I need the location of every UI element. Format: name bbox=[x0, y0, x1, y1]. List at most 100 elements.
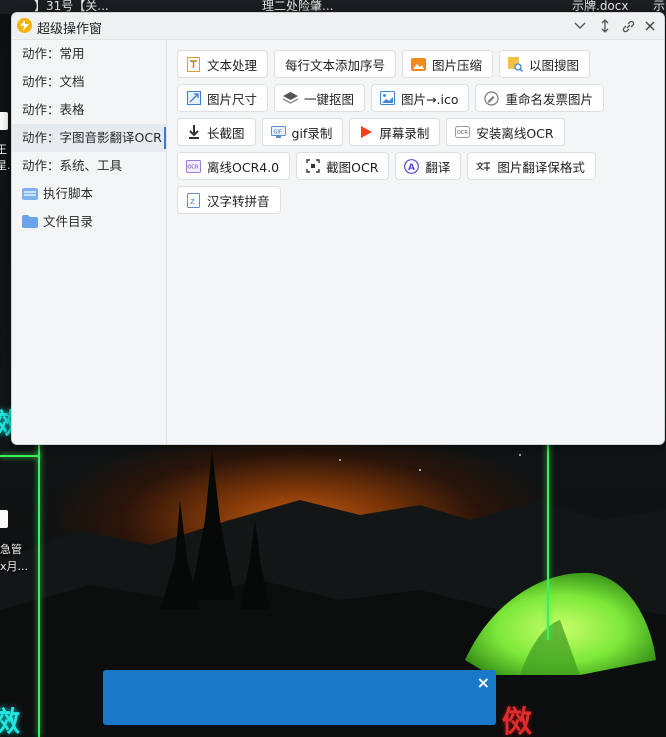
glowing-tent bbox=[465, 572, 656, 675]
rename-invoice-image-button[interactable]: 重命名发票图片 bbox=[475, 84, 604, 112]
tool-label: 汉字转拼音 bbox=[207, 193, 270, 209]
sidebar-item-system-tools[interactable]: 动作：系统、工具 bbox=[12, 152, 166, 180]
sidebar-item-document[interactable]: 动作：文档 bbox=[12, 68, 166, 96]
tool-row: 长截图 GIF gif录制 屏幕录制 OCR 安装离线OCR bbox=[177, 118, 657, 146]
tool-row: OCR 离线OCR4.0 截图OCR A 翻译 文 图片翻译保格式 bbox=[177, 152, 657, 180]
window-title: 超级操作窗 bbox=[37, 22, 103, 37]
tool-label: 图片压缩 bbox=[432, 57, 483, 73]
desktop-doc-icon[interactable] bbox=[0, 112, 8, 130]
image-compress-icon bbox=[411, 57, 427, 72]
tool-grid: 文本处理 每行文本添加序号 图片压缩 以图搜图 图片尺寸 一键抠图 图片→.ic… bbox=[177, 50, 657, 220]
sidebar-item-media-ocr[interactable]: 动作：字图音影翻译OCR bbox=[12, 124, 166, 152]
lightning-icon bbox=[17, 18, 32, 33]
image-search-button[interactable]: 以图搜图 bbox=[499, 50, 591, 78]
close-icon[interactable]: × bbox=[477, 673, 490, 692]
image-to-ico-button[interactable]: 图片→.ico bbox=[371, 84, 470, 112]
desktop-icon-label: 星. bbox=[0, 159, 11, 172]
title-bar[interactable]: 超级操作窗 bbox=[12, 13, 664, 40]
image-translate-icon: 文 bbox=[476, 159, 491, 174]
image-size-button[interactable]: 图片尺寸 bbox=[177, 84, 269, 112]
image-ico-icon bbox=[380, 91, 396, 106]
sidebar-item-label: 动作：字图音影翻译OCR bbox=[22, 130, 162, 145]
tool-label: gif录制 bbox=[291, 125, 333, 141]
gif-record-button[interactable]: GIF gif录制 bbox=[261, 118, 344, 146]
script-folder-icon bbox=[22, 188, 38, 200]
tool-label: 屏幕录制 bbox=[379, 125, 430, 141]
tool-label: 一键抠图 bbox=[304, 91, 355, 107]
translate-icon: A bbox=[404, 158, 420, 174]
tool-label: 图片尺寸 bbox=[207, 91, 258, 107]
text-processing-button[interactable]: 文本处理 bbox=[177, 50, 269, 78]
tool-label: 翻译 bbox=[425, 159, 451, 175]
svg-text:OCR: OCR bbox=[457, 130, 468, 136]
long-screenshot-button[interactable]: 长截图 bbox=[177, 118, 256, 146]
svg-text:OCR: OCR bbox=[188, 164, 199, 170]
svg-text:GIF: GIF bbox=[273, 130, 281, 136]
pin-top-icon[interactable] bbox=[596, 17, 614, 35]
text-doc-icon bbox=[186, 56, 201, 72]
tool-label: 每行文本添加序号 bbox=[285, 57, 386, 73]
sidebar-item-label: 动作：系统、工具 bbox=[22, 158, 123, 173]
close-icon[interactable] bbox=[641, 17, 659, 35]
desktop-doc-icon[interactable] bbox=[0, 510, 8, 528]
desktop-icon-label: 急管 bbox=[0, 543, 22, 556]
tool-label: 截图OCR bbox=[326, 159, 379, 175]
sidebar-item-run-script[interactable]: 执行脚本 bbox=[12, 180, 166, 208]
sidebar-item-label: 动作：文档 bbox=[22, 74, 85, 89]
svg-text:文: 文 bbox=[476, 161, 485, 171]
svg-text:A: A bbox=[408, 163, 415, 173]
gif-record-icon: GIF bbox=[270, 125, 286, 140]
image-resize-icon bbox=[186, 91, 201, 106]
desktop-icon-label: x月... bbox=[0, 560, 28, 573]
screenshot-ocr-button[interactable]: 截图OCR bbox=[296, 152, 390, 180]
tool-row: 图片尺寸 一键抠图 图片→.ico 重命名发票图片 bbox=[177, 84, 657, 112]
ocr-install-icon: OCR bbox=[455, 125, 471, 140]
notification-banner[interactable]: × bbox=[103, 670, 496, 725]
image-translate-keep-format-button[interactable]: 文 图片翻译保格式 bbox=[467, 152, 596, 180]
tool-label: 安装离线OCR bbox=[476, 125, 554, 141]
link-icon[interactable] bbox=[619, 17, 637, 35]
tool-label: 以图搜图 bbox=[529, 57, 580, 73]
rename-icon bbox=[484, 90, 500, 106]
red-glyph: 傚 bbox=[502, 705, 532, 737]
cutout-button[interactable]: 一键抠图 bbox=[274, 84, 366, 112]
image-compress-button[interactable]: 图片压缩 bbox=[402, 50, 494, 78]
install-offline-ocr-button[interactable]: OCR 安装离线OCR bbox=[446, 118, 565, 146]
sidebar-item-label: 动作：常用 bbox=[22, 46, 85, 61]
super-action-window: 超级操作窗 动作：常用 动作：文档 动作：表格 动作：字图音影翻译OCR 动作：… bbox=[11, 12, 665, 445]
ocr-icon: OCR bbox=[186, 159, 201, 174]
translate-button[interactable]: A 翻译 bbox=[395, 152, 462, 180]
sidebar-item-label: 执行脚本 bbox=[43, 186, 94, 201]
tool-label: 长截图 bbox=[207, 125, 245, 141]
tool-label: 文本处理 bbox=[207, 57, 258, 73]
neon-line-horizontal bbox=[0, 455, 40, 457]
line-numbering-button[interactable]: 每行文本添加序号 bbox=[274, 50, 397, 78]
tool-row: 文本处理 每行文本添加序号 图片压缩 以图搜图 bbox=[177, 50, 657, 78]
sidebar-item-table[interactable]: 动作：表格 bbox=[12, 96, 166, 124]
offline-ocr-button[interactable]: OCR 离线OCR4.0 bbox=[177, 152, 291, 180]
tool-label: 图片→.ico bbox=[401, 91, 459, 107]
long-screenshot-icon bbox=[186, 125, 201, 140]
folder-icon bbox=[22, 215, 38, 228]
category-sidebar: 动作：常用 动作：文档 动作：表格 动作：字图音影翻译OCR 动作：系统、工具 … bbox=[12, 40, 167, 444]
screen-record-button[interactable]: 屏幕录制 bbox=[349, 118, 441, 146]
tool-row: z 汉字转拼音 bbox=[177, 186, 657, 214]
image-search-icon bbox=[508, 56, 524, 72]
neon-line-left bbox=[38, 440, 40, 737]
sidebar-item-common[interactable]: 动作：常用 bbox=[12, 40, 166, 68]
neon-line-right bbox=[547, 440, 549, 640]
desktop-icon-label: 王 bbox=[0, 143, 7, 156]
screenshot-ocr-icon bbox=[305, 159, 320, 174]
neon-glyph-bottom: 傚 bbox=[0, 705, 21, 737]
sidebar-item-label: 文件目录 bbox=[43, 214, 94, 229]
tool-label: 重命名发票图片 bbox=[505, 91, 593, 107]
chevron-down-icon[interactable] bbox=[571, 17, 589, 35]
hanzi-to-pinyin-button[interactable]: z 汉字转拼音 bbox=[177, 186, 281, 214]
screen-record-icon bbox=[358, 125, 373, 140]
sidebar-item-label: 动作：表格 bbox=[22, 102, 85, 117]
pinyin-icon: z bbox=[186, 192, 201, 208]
sidebar-item-file-directory[interactable]: 文件目录 bbox=[12, 208, 166, 236]
tool-panel: 文本处理 每行文本添加序号 图片压缩 以图搜图 图片尺寸 一键抠图 图片→.ic… bbox=[168, 40, 664, 444]
tool-label: 离线OCR4.0 bbox=[207, 159, 280, 175]
svg-text:z: z bbox=[190, 197, 195, 207]
